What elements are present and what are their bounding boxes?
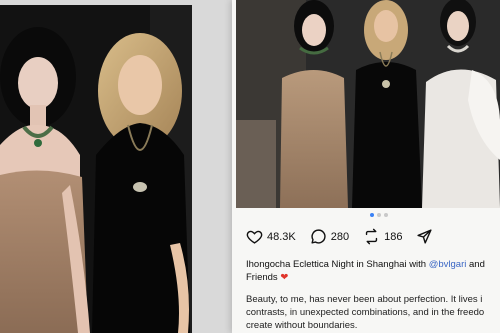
comment-count: 280 (330, 230, 350, 243)
screen: 48.3K 280 186 Ihongocha Eclettica Night … (0, 0, 500, 333)
body-line-3: create without boundaries. (246, 320, 358, 331)
caption-after-mention: and (469, 259, 485, 270)
carousel-dot-active[interactable] (370, 213, 374, 217)
body-line-2: contrasts, in unexpected combinations, a… (246, 307, 485, 318)
caption-line-2: Friends ❤ (246, 271, 498, 284)
carousel-indicator (370, 213, 388, 217)
comment-button[interactable]: 280 (310, 228, 349, 245)
like-count: 48.3K (267, 230, 296, 243)
like-button[interactable]: 48.3K (246, 228, 296, 245)
comment-icon (311, 229, 326, 244)
body-line-1: Beauty, to me, has never been about perf… (246, 294, 483, 305)
post-caption: Ihongocha Eclettica Night in Shanghai wi… (246, 258, 498, 284)
post-image[interactable] (236, 0, 500, 208)
repost-count: 186 (384, 230, 403, 243)
heart-emoji-icon: ❤ (280, 272, 289, 283)
post-card: 48.3K 280 186 Ihongocha Eclettica Night … (232, 0, 500, 333)
carousel-dot[interactable] (377, 213, 381, 217)
post-actions: 48.3K 280 186 (246, 228, 447, 245)
photo-image (0, 5, 192, 333)
left-photo (0, 5, 192, 333)
caption-text: Ihongocha Eclettica Night in Shanghai wi… (246, 259, 427, 270)
share-button[interactable] (416, 228, 433, 245)
heart-icon (246, 230, 263, 244)
caption-line-1: Ihongocha Eclettica Night in Shanghai wi… (246, 258, 498, 271)
repost-button[interactable]: 186 (363, 228, 402, 245)
caption-friends: Friends (246, 272, 278, 283)
post-body: Beauty, to me, has never been about perf… (246, 293, 500, 332)
post-photo (236, 0, 500, 208)
repost-icon (365, 228, 378, 245)
send-icon (417, 229, 433, 244)
mention-link[interactable]: @bvlgari (429, 259, 467, 270)
carousel-dot[interactable] (384, 213, 388, 217)
